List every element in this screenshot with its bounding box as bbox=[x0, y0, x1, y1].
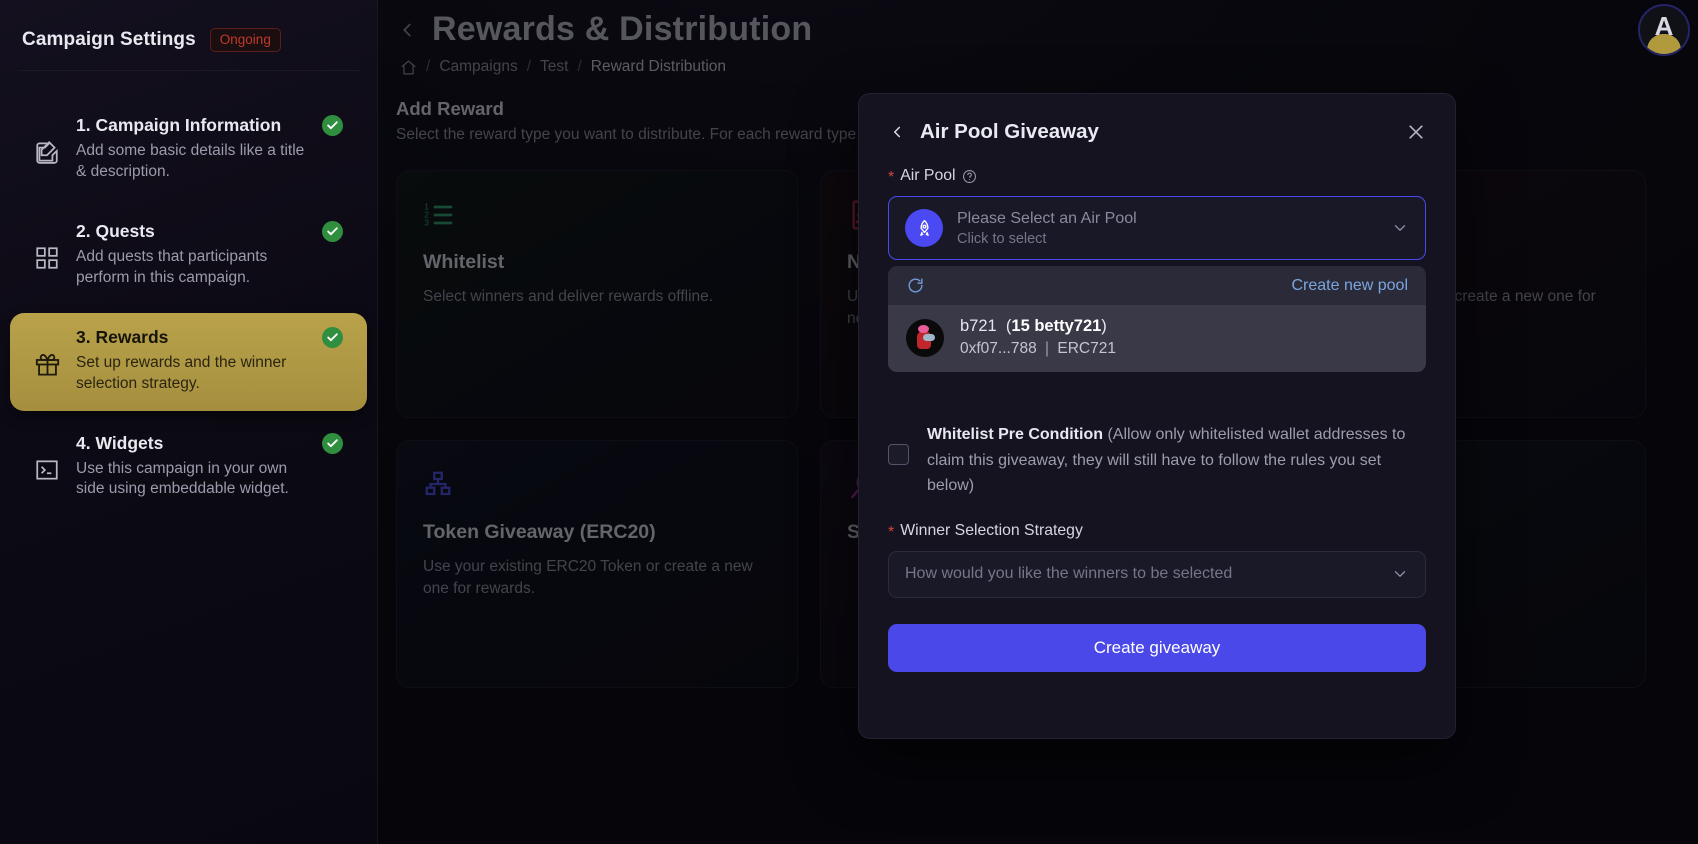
whitelist-checkbox[interactable] bbox=[888, 444, 909, 465]
step-title: 2. Quests bbox=[76, 220, 155, 241]
air-pool-label: * Air Pool bbox=[888, 167, 1426, 186]
sidebar-header: Campaign Settings Ongoing bbox=[0, 0, 377, 62]
air-pool-placeholder: Please Select an Air Pool bbox=[957, 209, 1137, 227]
sidebar-item-widgets[interactable]: 4. Widgets Use this campaign in your own… bbox=[10, 419, 367, 517]
sidebar-item-quests[interactable]: 2. Quests Add quests that participants p… bbox=[10, 207, 367, 305]
step-title: 3. Rewards bbox=[76, 326, 169, 347]
terminal-icon bbox=[34, 433, 62, 501]
air-pool-select-text: Please Select an Air Pool Click to selec… bbox=[957, 210, 1377, 247]
step-description: Add quests that participants perform in … bbox=[76, 247, 268, 286]
air-pool-giveaway-modal: Air Pool Giveaway * Air Pool Please Sele… bbox=[858, 93, 1456, 739]
dropdown-header: Create new pool bbox=[888, 266, 1426, 305]
chevron-down-icon[interactable] bbox=[1391, 565, 1409, 583]
winner-strategy-placeholder: How would you like the winners to be sel… bbox=[905, 565, 1233, 583]
air-pool-select[interactable]: Please Select an Air Pool Click to selec… bbox=[888, 196, 1426, 260]
step-complete-icon bbox=[322, 326, 343, 348]
required-mark: * bbox=[888, 169, 895, 186]
step-complete-icon bbox=[322, 220, 343, 242]
main-content: Rewards & Distribution / Campaigns / Tes… bbox=[378, 0, 1698, 844]
create-giveaway-button[interactable]: Create giveaway bbox=[888, 623, 1426, 672]
step-complete-icon bbox=[322, 432, 343, 454]
modal-header: Air Pool Giveaway bbox=[888, 120, 1426, 144]
chevron-down-icon[interactable] bbox=[1391, 219, 1409, 237]
rocket-icon bbox=[905, 209, 943, 247]
air-pool-label-text: Air Pool bbox=[900, 167, 956, 184]
grid-icon bbox=[34, 221, 62, 289]
question-circle-icon[interactable] bbox=[962, 169, 977, 184]
step-complete-icon bbox=[322, 115, 343, 136]
close-icon[interactable] bbox=[1406, 122, 1426, 142]
sidebar-steps: 1. Campaign Information Add some basic d… bbox=[0, 71, 377, 516]
step-title: 1. Campaign Information bbox=[76, 115, 282, 135]
gift-icon bbox=[34, 327, 62, 395]
pool-name: b721 (15 betty721) bbox=[960, 317, 1107, 335]
winner-strategy-label: * Winner Selection Strategy bbox=[888, 521, 1426, 541]
required-mark: * bbox=[888, 523, 895, 541]
create-new-pool-link[interactable]: Create new pool bbox=[1291, 277, 1408, 295]
list-item[interactable]: b721 (15 betty721) 0xf07...788 | ERC721 bbox=[888, 305, 1426, 372]
modal-title: Air Pool Giveaway bbox=[920, 120, 1099, 143]
air-pool-dropdown: Create new pool b721 (15 betty721) 0xf07… bbox=[888, 266, 1426, 372]
edit-square-icon bbox=[34, 115, 62, 183]
step-description: Set up rewards and the winner selection … bbox=[76, 353, 287, 392]
sidebar: Campaign Settings Ongoing 1. Campaign In… bbox=[0, 0, 378, 844]
avatar-letter: A bbox=[1654, 10, 1674, 41]
sidebar-item-rewards[interactable]: 3. Rewards Set up rewards and the winner… bbox=[10, 312, 367, 411]
sidebar-item-campaign-information[interactable]: 1. Campaign Information Add some basic d… bbox=[10, 101, 367, 199]
air-pool-hint: Click to select bbox=[957, 230, 1047, 247]
whitelist-label: Whitelist Pre Condition (Allow only whit… bbox=[927, 422, 1426, 499]
pool-avatar bbox=[906, 318, 944, 357]
winner-strategy-select[interactable]: How would you like the winners to be sel… bbox=[888, 550, 1426, 598]
modal-back-chevron-left-icon[interactable] bbox=[888, 121, 906, 143]
pool-meta: 0xf07...788 | ERC721 bbox=[960, 340, 1116, 357]
status-badge: Ongoing bbox=[209, 28, 281, 52]
step-description: Use this campaign in your own side using… bbox=[76, 459, 289, 498]
step-description: Add some basic details like a title & de… bbox=[76, 142, 305, 180]
sidebar-title: Campaign Settings bbox=[22, 29, 196, 50]
whitelist-label-bold: Whitelist Pre Condition bbox=[927, 426, 1103, 443]
winner-strategy-label-text: Winner Selection Strategy bbox=[900, 521, 1083, 539]
whitelist-pre-condition-row: Whitelist Pre Condition (Allow only whit… bbox=[888, 422, 1426, 499]
step-title: 4. Widgets bbox=[76, 432, 164, 453]
refresh-icon[interactable] bbox=[906, 276, 925, 295]
